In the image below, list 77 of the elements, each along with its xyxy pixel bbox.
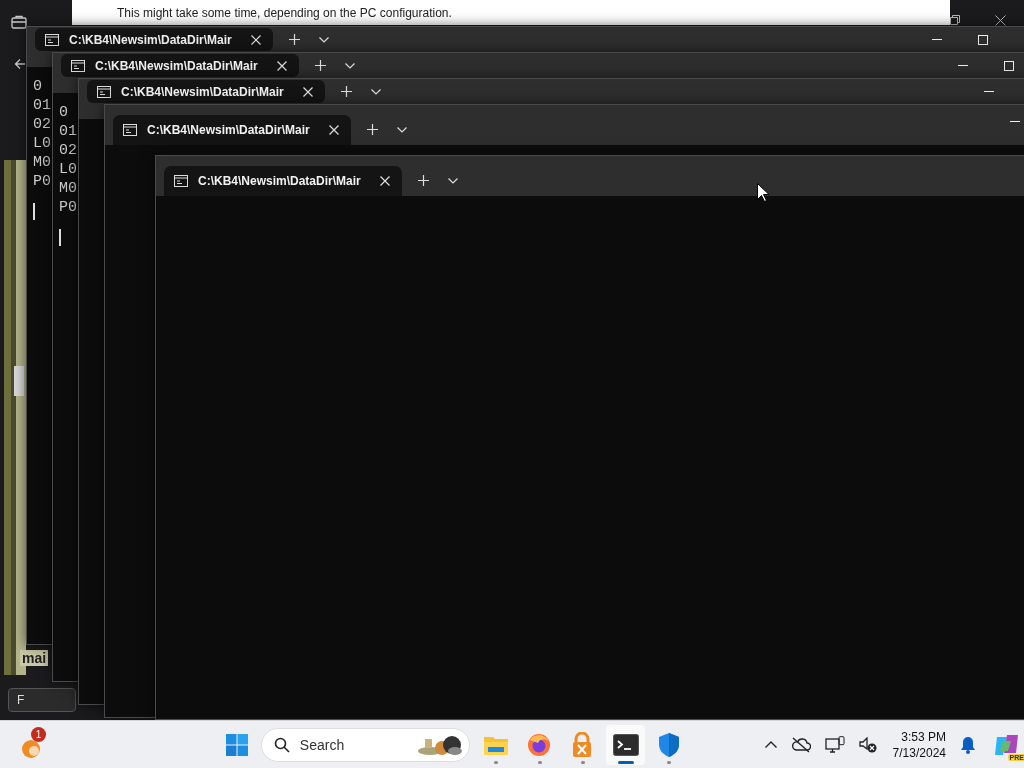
taskbar-app[interactable] bbox=[606, 724, 646, 765]
terminal-line: 0 bbox=[33, 77, 42, 96]
terminal-tab[interactable]: C:\KB4\Newsim\DataDir\Mair bbox=[87, 80, 325, 103]
terminal-line: L0 bbox=[59, 160, 77, 179]
new-tab-icon[interactable] bbox=[315, 60, 326, 71]
close-icon[interactable] bbox=[995, 15, 1006, 26]
maximize-icon bbox=[1004, 60, 1014, 71]
clock-time: 3:53 PM bbox=[901, 728, 946, 745]
terminal-icon bbox=[174, 175, 188, 187]
mouse-pointer-icon bbox=[757, 183, 769, 202]
back-arrow-icon[interactable] bbox=[14, 58, 26, 70]
briefcase-icon bbox=[11, 15, 27, 29]
restore-icon[interactable] bbox=[950, 15, 960, 25]
cloud-off-icon[interactable] bbox=[790, 736, 811, 753]
chevron-down-icon[interactable] bbox=[397, 127, 407, 133]
terminal-icon bbox=[45, 33, 59, 46]
search-highlight-icon bbox=[417, 733, 464, 756]
close-icon[interactable] bbox=[380, 176, 390, 186]
terminal-tab[interactable]: C:\KB4\Newsim\DataDir\Mair bbox=[35, 28, 273, 51]
close-icon[interactable] bbox=[251, 34, 261, 45]
tab-title: C:\KB4\Newsim\DataDir\Mair bbox=[147, 123, 311, 137]
terminal-line: 02 bbox=[33, 115, 51, 134]
widgets-button[interactable]: 1 bbox=[20, 726, 48, 763]
windows-logo-icon bbox=[225, 732, 250, 757]
terminal-tab[interactable]: C:\KB4\Newsim\DataDir\Mair bbox=[113, 115, 351, 145]
close-icon[interactable] bbox=[277, 60, 287, 71]
terminal-line: P0 bbox=[33, 172, 51, 191]
tab-title: C:\KB4\Newsim\DataDir\Mair bbox=[69, 32, 233, 47]
dialog-message: This might take some time, depending on the PC configuration. bbox=[117, 6, 452, 22]
terminal-tab[interactable]: C:\KB4\Newsim\DataDir\Mair bbox=[164, 166, 402, 196]
speaker-muted-icon[interactable] bbox=[858, 736, 877, 753]
terminal-line: 01 bbox=[33, 96, 51, 115]
tab-title: C:\KB4\Newsim\DataDir\Mair bbox=[198, 174, 362, 188]
notification-badge: 1 bbox=[31, 726, 46, 742]
terminal-icon bbox=[71, 59, 85, 72]
shield-icon bbox=[657, 731, 680, 758]
chevron-down-icon[interactable] bbox=[319, 37, 329, 43]
clock[interactable]: 3:53 PM 7/13/2024 bbox=[892, 728, 946, 761]
new-tab-icon[interactable] bbox=[289, 34, 300, 45]
minimize-icon bbox=[1010, 120, 1020, 122]
terminal-line: 01 bbox=[59, 122, 77, 141]
terminal-line: M0 bbox=[33, 153, 51, 172]
padlock-icon bbox=[572, 731, 593, 758]
copilot-icon bbox=[994, 732, 1020, 757]
terminal-icon bbox=[612, 733, 639, 756]
chevron-down-icon[interactable] bbox=[371, 89, 381, 95]
browser-icon bbox=[527, 732, 552, 757]
side-label: mai bbox=[20, 650, 49, 666]
minimize-icon bbox=[958, 65, 968, 66]
scrollbar-thumb[interactable] bbox=[14, 366, 24, 396]
monitor-icon[interactable] bbox=[824, 735, 845, 754]
new-tab-icon[interactable] bbox=[367, 124, 378, 135]
terminal-tab[interactable]: C:\KB4\Newsim\DataDir\Mair bbox=[61, 54, 299, 77]
bell-icon[interactable] bbox=[960, 735, 976, 754]
new-tab-icon[interactable] bbox=[418, 175, 429, 186]
close-icon[interactable] bbox=[329, 125, 339, 135]
search-icon bbox=[273, 736, 290, 753]
minimize-icon bbox=[932, 39, 942, 40]
new-tab-icon[interactable] bbox=[341, 86, 352, 97]
terminal-icon bbox=[123, 124, 137, 136]
terminal-line: 02 bbox=[59, 141, 77, 160]
chevron-down-icon[interactable] bbox=[448, 178, 458, 184]
tab-title: C:\KB4\Newsim\DataDir\Mair bbox=[95, 58, 259, 73]
chevron-up-icon[interactable] bbox=[764, 741, 777, 748]
close-icon[interactable] bbox=[303, 86, 313, 97]
terminal-line: L0 bbox=[33, 134, 51, 153]
terminal-line: P0 bbox=[59, 198, 77, 217]
maximize-icon bbox=[978, 34, 988, 45]
clock-date: 7/13/2024 bbox=[892, 744, 946, 761]
terminal-line: 0 bbox=[59, 103, 68, 122]
terminal-line: M0 bbox=[59, 179, 77, 198]
search-box[interactable]: Search bbox=[260, 727, 471, 762]
chevron-down-icon[interactable] bbox=[345, 63, 355, 69]
tab-title: C:\KB4\Newsim\DataDir\Mair bbox=[121, 84, 285, 99]
minimize-icon bbox=[984, 91, 994, 92]
input-field[interactable]: F bbox=[8, 688, 76, 712]
terminal-icon bbox=[97, 85, 111, 98]
